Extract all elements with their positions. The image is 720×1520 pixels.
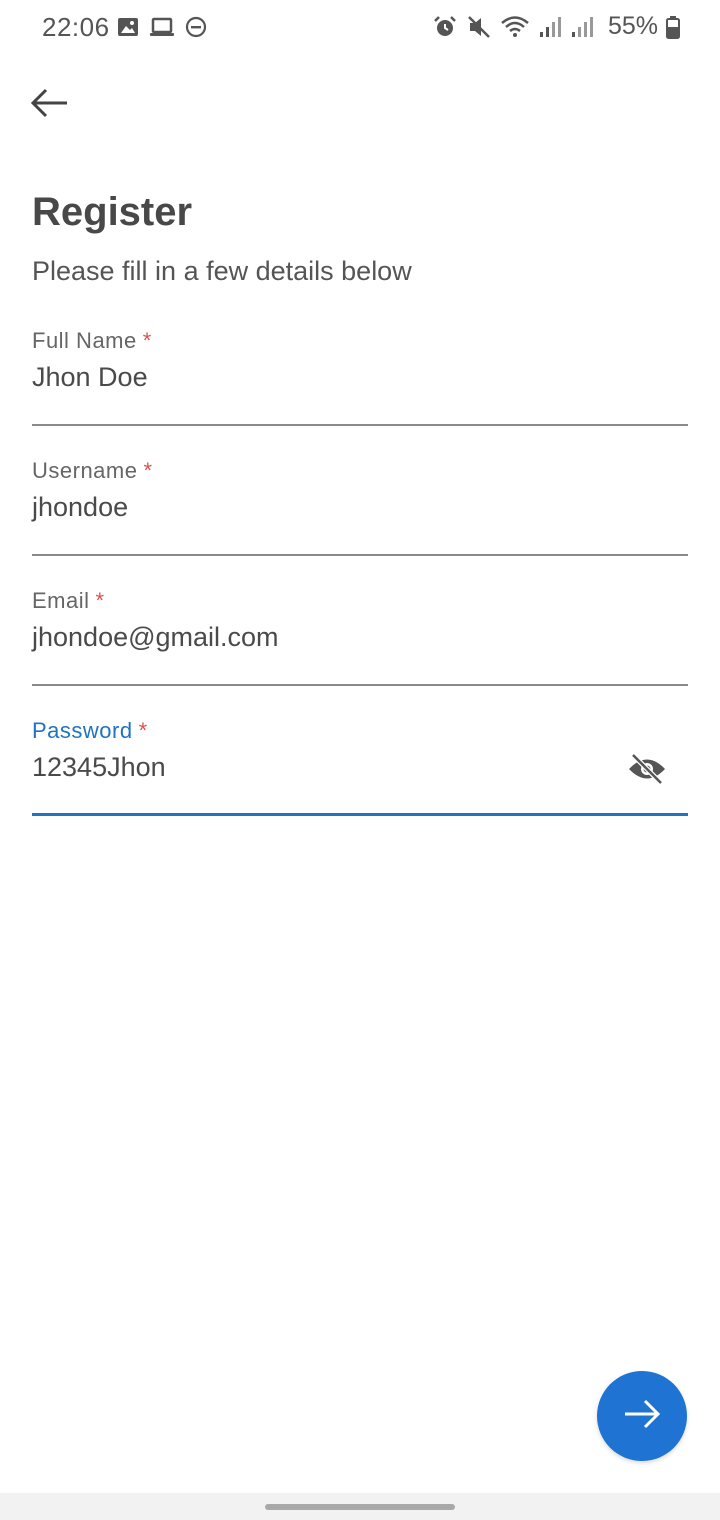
do-not-disturb-icon (185, 16, 207, 43)
username-label: Username * (32, 458, 153, 484)
home-gesture-handle[interactable] (265, 1504, 455, 1510)
email-label-text: Email (32, 588, 90, 613)
password-label-text: Password (32, 718, 133, 743)
field-underline (32, 813, 688, 816)
arrow-right-icon (622, 1398, 662, 1435)
password-field[interactable]: Password * 12345Jhon (32, 718, 688, 816)
eye-off-icon (627, 752, 667, 791)
battery-percentage: 55% (607, 12, 658, 40)
status-time: 22:06 (42, 12, 110, 42)
arrow-left-icon (29, 87, 69, 124)
page-subtitle: Please fill in a few details below (32, 256, 412, 286)
navigation-bar (0, 1493, 720, 1520)
battery-icon (666, 15, 680, 39)
toggle-password-visibility-button[interactable] (624, 748, 670, 794)
email-field[interactable]: Email * jhondoe@gmail.com (32, 588, 688, 686)
password-input[interactable]: 12345Jhon (32, 752, 166, 783)
email-label: Email * (32, 588, 105, 614)
alarm-icon (432, 14, 458, 40)
full-name-label: Full Name * (32, 328, 152, 354)
field-underline (32, 424, 688, 426)
status-bar: 22:06 55% (0, 0, 720, 56)
required-marker: * (143, 458, 153, 483)
required-marker: * (138, 718, 148, 743)
field-underline (32, 554, 688, 556)
username-label-text: Username (32, 458, 138, 483)
required-marker: * (142, 328, 152, 353)
full-name-label-text: Full Name (32, 328, 137, 353)
password-label: Password * (32, 718, 148, 744)
email-input[interactable]: jhondoe@gmail.com (32, 622, 279, 653)
required-marker: * (95, 588, 105, 613)
username-field[interactable]: Username * jhondoe (32, 458, 688, 556)
back-button[interactable] (26, 82, 72, 128)
full-name-field[interactable]: Full Name * Jhon Doe (32, 328, 688, 426)
next-button[interactable] (597, 1371, 687, 1461)
username-input[interactable]: jhondoe (32, 492, 128, 523)
field-underline (32, 684, 688, 686)
image-icon (117, 16, 139, 43)
mute-icon (466, 14, 492, 40)
full-name-input[interactable]: Jhon Doe (32, 362, 148, 393)
signal-icon (570, 15, 594, 39)
page-title: Register (32, 190, 193, 234)
signal-icon (538, 15, 562, 39)
wifi-icon (500, 14, 530, 40)
laptop-icon (149, 16, 175, 43)
